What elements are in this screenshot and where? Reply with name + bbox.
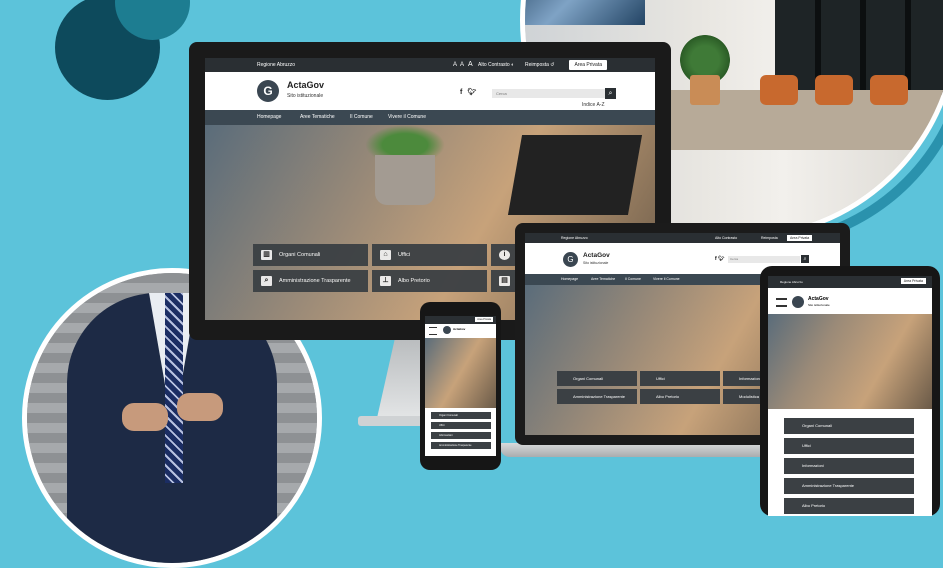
contrast-icon: ◐ bbox=[511, 62, 515, 68]
tablet: Regione Abruzzo Area Privata ActaGov Sit… bbox=[760, 266, 940, 516]
phone-private-area-button[interactable]: Area Privata bbox=[475, 317, 493, 322]
main-nav: Homepage Aree Tematiche Il Comune Vivere… bbox=[205, 110, 655, 125]
tablet-menu-icon[interactable] bbox=[776, 298, 787, 307]
document-icon: ▤ bbox=[499, 276, 510, 286]
nav-il-comune[interactable]: Il Comune bbox=[350, 114, 373, 120]
tablet-private-area-button[interactable]: Area Privata bbox=[900, 278, 926, 284]
phone-screen: Area Privata ActaGov Organi Comunali Uff… bbox=[425, 316, 496, 456]
tablet-tile-amministrazione-trasparente[interactable]: Amministrazione Trasparente bbox=[784, 478, 914, 494]
laptop-brand-subtitle: Sito istituzionale bbox=[583, 261, 609, 265]
twitter-icon[interactable]: 🐦︎ bbox=[467, 89, 476, 96]
laptop-nav-vivere-il-comune[interactable]: Vivere il Comune bbox=[653, 277, 680, 281]
font-size-medium[interactable]: A bbox=[460, 62, 464, 68]
laptop-search-input[interactable]: Cerca bbox=[728, 256, 800, 263]
phone-menu-icon[interactable] bbox=[429, 327, 437, 335]
laptop-private-area-button[interactable]: Area Privata bbox=[787, 235, 813, 241]
tablet-logo[interactable] bbox=[792, 296, 804, 308]
brand-subtitle: Sito istituzionale bbox=[287, 93, 324, 99]
phone-logo[interactable] bbox=[443, 326, 451, 334]
laptop-nav-homepage[interactable]: Homepage bbox=[561, 277, 578, 281]
pin-icon: ⊥ bbox=[380, 276, 391, 286]
facebook-icon[interactable]: f bbox=[460, 89, 462, 96]
laptop-top-bar: Regione Abruzzo Alto Contrasto Reimposta… bbox=[525, 233, 840, 243]
nav-aree-tematiche[interactable]: Aree Tematiche bbox=[300, 114, 335, 120]
region-link[interactable]: Regione Abruzzo bbox=[257, 62, 295, 68]
building-icon: ▥ bbox=[261, 250, 272, 260]
phone-tile-amministrazione-trasparente[interactable]: Amministrazione Trasparente bbox=[431, 442, 491, 449]
reset-icon: ↺ bbox=[550, 62, 555, 68]
reset-button[interactable]: Reimposta ↺ bbox=[525, 62, 555, 68]
font-size-large[interactable]: A bbox=[468, 61, 473, 68]
laptop-reset-button[interactable]: Reimposta bbox=[761, 236, 778, 240]
laptop-tile-amministrazione-trasparente[interactable]: Amministrazione Trasparente bbox=[557, 389, 637, 404]
top-bar: Regione Abruzzo A A A Alto Contrasto ◐ R… bbox=[205, 58, 655, 72]
tablet-region-link[interactable]: Regione Abruzzo bbox=[780, 280, 803, 284]
tablet-brand-subtitle: Sito istituzionale bbox=[808, 303, 830, 307]
tablet-top-bar: Regione Abruzzo Area Privata bbox=[768, 276, 932, 288]
brand-name[interactable]: ActaGov bbox=[287, 80, 324, 90]
laptop-tile-albo-pretorio[interactable]: Albo Pretorio bbox=[640, 389, 720, 404]
phone-hero-image bbox=[425, 338, 496, 408]
phone-top-bar: Area Privata bbox=[425, 316, 496, 324]
nav-homepage[interactable]: Homepage bbox=[257, 114, 281, 120]
tile-uffici[interactable]: ⌂ Uffici bbox=[372, 244, 487, 266]
contrast-toggle[interactable]: Alto Contrasto ◐ bbox=[478, 62, 514, 68]
tile-amministrazione-trasparente[interactable]: ⌕ Amministrazione Trasparente bbox=[253, 270, 368, 292]
phone-tile-uffici[interactable]: Uffici bbox=[431, 422, 491, 429]
laptop-region-link[interactable]: Regione Abruzzo bbox=[561, 236, 588, 240]
private-area-button[interactable]: Area Privata bbox=[569, 60, 607, 70]
laptop-contrast-toggle[interactable]: Alto Contrasto bbox=[715, 236, 737, 240]
laptop-facebook-icon[interactable]: f bbox=[715, 256, 717, 262]
phone-tile-organi-comunali[interactable]: Organi Comunali bbox=[431, 412, 491, 419]
tablet-tile-organi-comunali[interactable]: Organi Comunali bbox=[784, 418, 914, 434]
laptop-brand-name[interactable]: ActaGov bbox=[583, 252, 610, 259]
az-index-link[interactable]: Indice A-Z bbox=[582, 102, 605, 108]
tablet-hero-image bbox=[768, 314, 932, 409]
tile-organi-comunali[interactable]: ▥ Organi Comunali bbox=[253, 244, 368, 266]
tablet-brand-name[interactable]: ActaGov bbox=[808, 296, 829, 302]
laptop-nav-il-comune[interactable]: Il Comune bbox=[625, 277, 641, 281]
laptop-social-links: f 🐦︎ bbox=[715, 256, 724, 262]
nav-vivere-il-comune[interactable]: Vivere il Comune bbox=[388, 114, 426, 120]
search-input[interactable]: Cerca bbox=[492, 89, 606, 98]
laptop-tile-uffici[interactable]: Uffici bbox=[640, 371, 720, 386]
social-links: f 🐦︎ bbox=[460, 88, 476, 96]
laptop-search-icon[interactable]: ⌕ bbox=[801, 255, 809, 263]
smartphone: Area Privata ActaGov Organi Comunali Uff… bbox=[420, 302, 501, 470]
tablet-tile-uffici[interactable]: Uffici bbox=[784, 438, 914, 454]
search-icon[interactable]: ⌕ bbox=[605, 88, 616, 99]
tablet-screen: Regione Abruzzo Area Privata ActaGov Sit… bbox=[768, 276, 932, 516]
laptop-twitter-icon[interactable]: 🐦︎ bbox=[718, 256, 724, 262]
search-icon: ⌕ bbox=[261, 276, 272, 286]
laptop-tile-organi-comunali[interactable]: Organi Comunali bbox=[557, 371, 637, 386]
actagov-logo[interactable]: G bbox=[257, 80, 279, 102]
info-icon: i bbox=[499, 250, 510, 260]
bank-icon: ⌂ bbox=[380, 250, 391, 260]
tablet-tile-albo-pretorio[interactable]: Albo Pretorio bbox=[784, 498, 914, 514]
laptop-nav-aree-tematiche[interactable]: Aree Tematiche bbox=[591, 277, 615, 281]
phone-tile-informazioni[interactable]: Informazioni bbox=[431, 432, 491, 439]
phone-brand-name[interactable]: ActaGov bbox=[453, 327, 465, 331]
laptop-logo[interactable]: G bbox=[563, 252, 578, 267]
tablet-tile-informazioni[interactable]: Informazioni bbox=[784, 458, 914, 474]
font-size-small[interactable]: A bbox=[453, 62, 457, 68]
tile-albo-pretorio[interactable]: ⊥ Albo Pretorio bbox=[372, 270, 487, 292]
